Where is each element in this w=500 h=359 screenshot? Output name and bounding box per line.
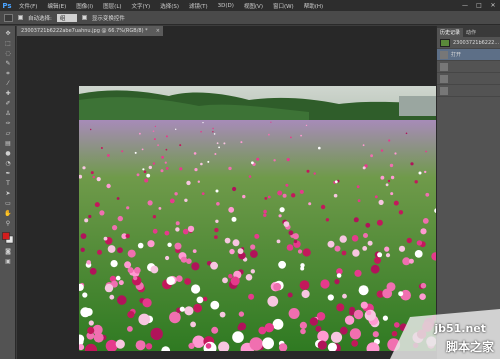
document-icon [440, 86, 448, 95]
snapshot-thumbnail [440, 38, 450, 47]
maximize-icon[interactable]: □ [472, 0, 486, 11]
zoom-tool-icon[interactable]: ⚲ [3, 220, 13, 227]
crop-tool-icon[interactable]: ⌗ [3, 70, 13, 77]
tab-history[interactable]: 历史记录 [437, 28, 464, 37]
tab-actions[interactable]: 动作 [463, 28, 479, 37]
panel-tabs: 历史记录 动作 [437, 26, 500, 37]
watermark-name: 脚本之家 [445, 340, 494, 354]
move-tool-preset-icon[interactable] [4, 13, 13, 22]
history-label: 23003721b6222... [453, 39, 500, 46]
menu-image[interactable]: 图像(I) [71, 2, 98, 10]
color-swatches-icon[interactable] [2, 232, 14, 244]
history-item[interactable] [437, 61, 500, 73]
menu-bar: Ps 文件(F) 编辑(E) 图像(I) 图层(L) 文字(Y) 选择(S) 滤… [0, 0, 500, 11]
marquee-tool-icon[interactable]: ⬚ [3, 40, 13, 47]
auto-select-label: 自动选择: [28, 15, 52, 22]
lasso-tool-icon[interactable]: ◌ [3, 50, 13, 57]
document-icon [440, 50, 448, 59]
blur-tool-icon[interactable]: ● [3, 150, 13, 157]
menu-type[interactable]: 文字(Y) [127, 2, 156, 10]
history-label: 打开 [451, 52, 462, 58]
auto-select-dropdown[interactable]: 组 [56, 13, 77, 22]
show-transform-label: 显示变换控件 [91, 15, 125, 22]
quick-mask-icon[interactable]: ◙ [3, 248, 13, 255]
history-brush-tool-icon[interactable]: ✑ [3, 120, 13, 127]
close-tab-icon[interactable]: × [156, 26, 160, 36]
healing-tool-icon[interactable]: ✚ [3, 90, 13, 97]
eraser-tool-icon[interactable]: ▱ [3, 130, 13, 137]
menu-select[interactable]: 选择(S) [155, 2, 184, 10]
watermark: jb51.net 脚本之家 [350, 309, 500, 359]
history-item-open[interactable]: 打开 [437, 49, 500, 61]
document-icon [440, 62, 448, 71]
color-swatches[interactable] [2, 232, 14, 244]
screen-mode-icon[interactable]: ▣ [3, 258, 13, 265]
tools-panel: ✥ ⬚ ◌ ✎ ⌗ ⁄ ✚ ✐ ♙ ✑ ▱ ▤ ● ◔ ✒ T ➤ ▭ ✋ ⚲ … [0, 26, 16, 359]
menu-3d[interactable]: 3D(D) [213, 3, 239, 9]
document-tab[interactable]: 23003721b6222abe7uahnu.jpg @ 66.7%(RGB/8… [17, 26, 163, 36]
pen-tool-icon[interactable]: ✒ [3, 170, 13, 177]
photoshop-logo: Ps [2, 1, 12, 10]
document-title: 23003721b6222abe7uahnu.jpg @ 66.7%(RGB/8… [21, 28, 148, 34]
menu-window[interactable]: 窗口(W) [268, 2, 299, 10]
show-transform-checkbox[interactable] [81, 15, 87, 20]
brush-tool-icon[interactable]: ✐ [3, 100, 13, 107]
menu-help[interactable]: 帮助(H) [299, 2, 328, 10]
quick-select-tool-icon[interactable]: ✎ [3, 60, 13, 67]
type-tool-icon[interactable]: T [3, 180, 13, 187]
history-snapshot[interactable]: 23003721b6222... [437, 37, 500, 49]
menu-filter[interactable]: 滤镜(T) [184, 2, 213, 10]
eyedropper-tool-icon[interactable]: ⁄ [3, 80, 13, 87]
window-controls: — □ ✕ [458, 0, 500, 11]
menu-view[interactable]: 视图(V) [239, 2, 268, 10]
dodge-tool-icon[interactable]: ◔ [3, 160, 13, 167]
hand-tool-icon[interactable]: ✋ [3, 210, 13, 217]
watermark-site: jb51.net [434, 322, 486, 335]
move-tool-icon[interactable]: ✥ [3, 30, 13, 37]
shape-tool-icon[interactable]: ▭ [3, 200, 13, 207]
menu-layer[interactable]: 图层(L) [98, 2, 126, 10]
path-select-tool-icon[interactable]: ➤ [3, 190, 13, 197]
history-item[interactable] [437, 73, 500, 85]
document-icon [440, 74, 448, 83]
close-icon[interactable]: ✕ [486, 0, 500, 11]
menu-file[interactable]: 文件(F) [14, 2, 42, 10]
stamp-tool-icon[interactable]: ♙ [3, 110, 13, 117]
gradient-tool-icon[interactable]: ▤ [3, 140, 13, 147]
minimize-icon[interactable]: — [458, 0, 472, 11]
history-item[interactable] [437, 85, 500, 97]
menu-edit[interactable]: 编辑(E) [42, 2, 71, 10]
auto-select-checkbox[interactable] [18, 15, 23, 20]
options-bar: 自动选择: 组 显示变换控件 [0, 11, 500, 25]
